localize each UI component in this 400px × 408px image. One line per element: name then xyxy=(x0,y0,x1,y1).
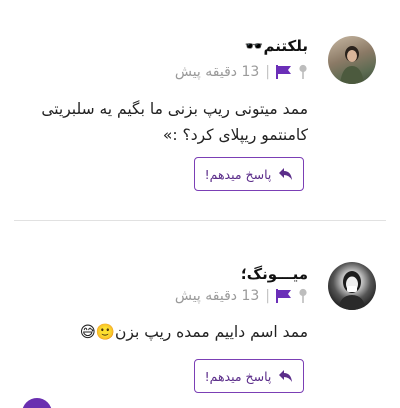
reply-button-label: پاسخ میدهم! xyxy=(204,166,272,182)
reply-button[interactable]: پاسخ میدهم! xyxy=(194,359,304,393)
avatar[interactable] xyxy=(328,262,376,310)
comment-time: 13 دقیقه پیش xyxy=(174,288,260,304)
reply-button-label: پاسخ میدهم! xyxy=(204,368,272,384)
reply-button[interactable]: پاسخ میدهم! xyxy=(194,157,304,191)
pin-icon[interactable] xyxy=(298,288,308,304)
reply-icon xyxy=(279,168,293,180)
comment-meta: | 13 دقیقه پیش xyxy=(175,64,308,80)
comment-author[interactable]: میـــونگ؛ xyxy=(241,265,308,283)
scroll-to-top-button[interactable] xyxy=(22,398,52,408)
pin-icon[interactable] xyxy=(298,64,308,80)
flag-icon[interactable] xyxy=(276,65,292,79)
reply-icon xyxy=(279,370,293,382)
meta-separator: | xyxy=(265,64,270,80)
meta-separator: | xyxy=(265,288,270,304)
avatar[interactable] xyxy=(328,36,376,84)
comment-time: 13 دقیقه پیش xyxy=(174,64,260,80)
comment-text: ممد اسم داییم ممده ریپ بزن🙂😅 xyxy=(79,323,308,341)
comment-author[interactable]: بلکتنم🕶️ xyxy=(245,37,308,55)
flag-icon[interactable] xyxy=(276,289,292,303)
comment-divider xyxy=(14,220,386,221)
comment-meta: | 13 دقیقه پیش xyxy=(175,288,308,304)
comment-text: ممد میتونی ریپ بزنی ما بگیم یه سلبریتی ک… xyxy=(41,100,308,144)
